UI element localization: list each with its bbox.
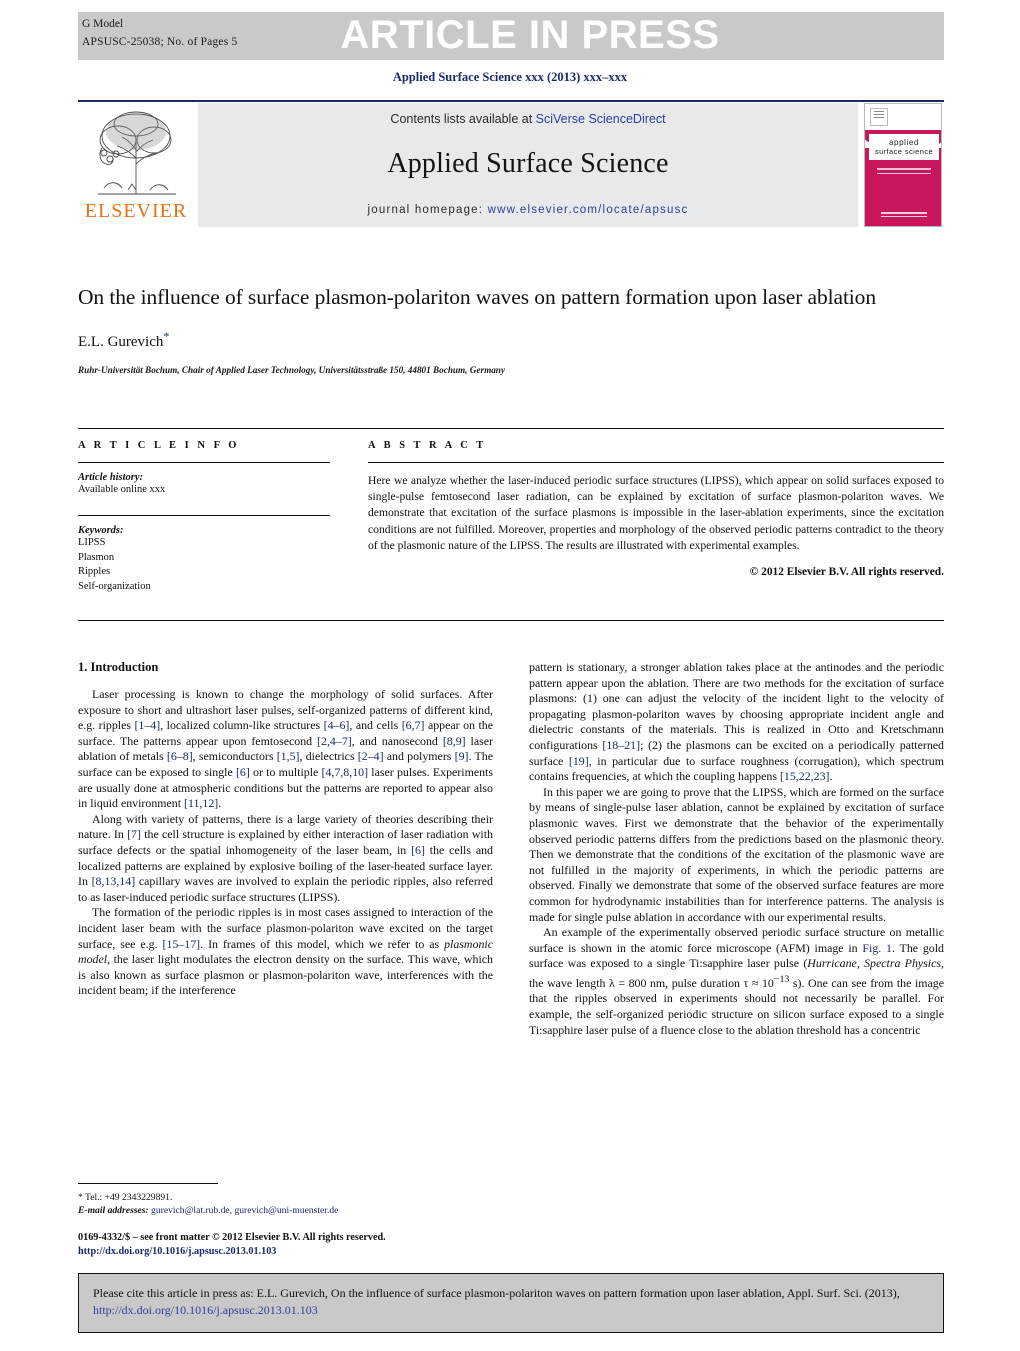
abstract-rule bbox=[368, 462, 944, 463]
section-heading-introduction: 1. Introduction bbox=[78, 660, 159, 674]
homepage-label: journal homepage: bbox=[367, 204, 484, 216]
elsevier-wordmark: ELSEVIER bbox=[84, 200, 188, 222]
contents-available-line: Contents lists available at SciVerse Sci… bbox=[390, 112, 665, 126]
g-model-info: G Model APSUSC-25038; No. of Pages 5 bbox=[82, 16, 237, 50]
email-addresses-link[interactable]: gurevich@lat.rub.de, gurevich@uni-muenst… bbox=[151, 1205, 338, 1216]
sciencedirect-link[interactable]: SciVerse ScienceDirect bbox=[536, 112, 666, 126]
elsevier-logo: ELSEVIER bbox=[80, 106, 192, 228]
abstract-column: A B S T R A C T Here we analyze whether … bbox=[368, 440, 944, 578]
keyword-item: Ripples bbox=[78, 566, 111, 577]
author-name: E.L. Gurevich bbox=[78, 334, 164, 350]
article-history-value: Available online xxx bbox=[78, 484, 166, 495]
abstract-copyright: © 2012 Elsevier B.V. All rights reserved… bbox=[749, 566, 944, 579]
article-info-rule-2 bbox=[78, 515, 330, 516]
keywords-label: Keywords: bbox=[78, 525, 124, 536]
footnote-telephone: * Tel.: +49 2343229891. bbox=[78, 1192, 173, 1203]
cite-prefix: Please cite this article in press as: E.… bbox=[93, 1286, 900, 1300]
paragraph: An example of the experimentally observe… bbox=[529, 925, 944, 1037]
article-info-rule-1 bbox=[78, 462, 330, 463]
article-info-heading: A R T I C L E I N F O bbox=[78, 440, 240, 451]
footnote-block: * Tel.: +49 2343229891. E-mail addresses… bbox=[78, 1183, 493, 1217]
journal-cover-thumbnail: applied surface science bbox=[864, 103, 942, 227]
article-info-column: A R T I C L E I N F O Article history: A… bbox=[78, 440, 330, 594]
journal-homepage-line: journal homepage: www.elsevier.com/locat… bbox=[368, 204, 689, 216]
journal-reference-line: Applied Surface Science xxx (2013) xxx–x… bbox=[392, 70, 628, 84]
keyword-item: Plasmon bbox=[78, 551, 115, 563]
cover-title-line1: applied bbox=[888, 138, 919, 147]
footnote-rule bbox=[78, 1183, 218, 1184]
cover-title-line2: surface science bbox=[874, 147, 934, 156]
cite-this-article-box: Please cite this article in press as: E.… bbox=[78, 1273, 944, 1333]
page-title: On the influence of surface plasmon-pola… bbox=[78, 285, 876, 309]
body-column-right: pattern is stationary, a stronger ablati… bbox=[529, 660, 944, 1038]
info-block-top-rule bbox=[78, 428, 944, 429]
journal-masthead: ELSEVIER Contents lists available at Sci… bbox=[78, 100, 944, 230]
paragraph: pattern is stationary, a stronger ablati… bbox=[529, 660, 944, 784]
affiliation: Ruhr-Universität Bochum, Chair of Applie… bbox=[78, 365, 505, 375]
issn-line: 0169-4332/$ – see front matter © 2012 El… bbox=[78, 1232, 386, 1243]
journal-title: Applied Surface Science bbox=[387, 148, 669, 179]
cover-subtitle-lines bbox=[877, 168, 931, 180]
journal-center-panel: Contents lists available at SciVerse Sci… bbox=[198, 103, 858, 227]
elsevier-tree-icon bbox=[98, 111, 176, 195]
cover-elsevier-mark-icon bbox=[870, 108, 888, 126]
paragraph: Along with variety of patterns, there is… bbox=[78, 811, 493, 904]
abstract-text: Here we analyze whether the laser-induce… bbox=[368, 474, 944, 552]
paragraph: In this paper we are going to prove that… bbox=[529, 784, 944, 924]
article-history-label: Article history: bbox=[78, 472, 144, 483]
keyword-item: LIPSS bbox=[78, 537, 106, 548]
body-column-left: 1. Introduction Laser processing is know… bbox=[78, 660, 493, 999]
cover-title-plate: applied surface science bbox=[869, 134, 939, 160]
contents-prefix: Contents lists available at bbox=[390, 112, 536, 126]
title-block: On the influence of surface plasmon-pola… bbox=[78, 283, 944, 375]
doi-link[interactable]: http://dx.doi.org/10.1016/j.apsusc.2013.… bbox=[78, 1245, 518, 1259]
homepage-url-link[interactable]: www.elsevier.com/locate/apsusc bbox=[488, 204, 689, 216]
cite-text: Please cite this article in press as: E.… bbox=[93, 1285, 929, 1319]
paragraph: Laser processing is known to change the … bbox=[78, 687, 494, 811]
paragraph: The formation of the periodic ripples is… bbox=[78, 905, 493, 998]
keywords-list: LIPSS Plasmon Ripples Self-organization bbox=[78, 536, 330, 594]
cite-doi-link[interactable]: http://dx.doi.org/10.1016/j.apsusc.2013.… bbox=[93, 1303, 318, 1317]
abstract-heading: A B S T R A C T bbox=[368, 440, 487, 451]
paper-page: G Model APSUSC-25038; No. of Pages 5 ART… bbox=[0, 0, 1020, 1351]
body-separator-rule bbox=[78, 620, 944, 621]
issn-block: 0169-4332/$ – see front matter © 2012 El… bbox=[78, 1231, 518, 1259]
author-list: E.L. Gurevich* bbox=[78, 329, 944, 351]
article-id-label: APSUSC-25038; No. of Pages 5 bbox=[82, 36, 238, 48]
footnote-email: E-mail addresses: gurevich@lat.rub.de, g… bbox=[78, 1204, 493, 1217]
article-in-press-text: ARTICLE IN PRESS bbox=[340, 13, 720, 57]
keyword-item: Self-organization bbox=[78, 580, 151, 592]
cover-footer-lines bbox=[881, 212, 927, 219]
masthead-top-rule bbox=[78, 100, 944, 102]
author-footnote-marker: * bbox=[163, 329, 170, 343]
g-model-label: G Model bbox=[82, 18, 124, 30]
email-label: E-mail addresses: bbox=[78, 1205, 149, 1216]
